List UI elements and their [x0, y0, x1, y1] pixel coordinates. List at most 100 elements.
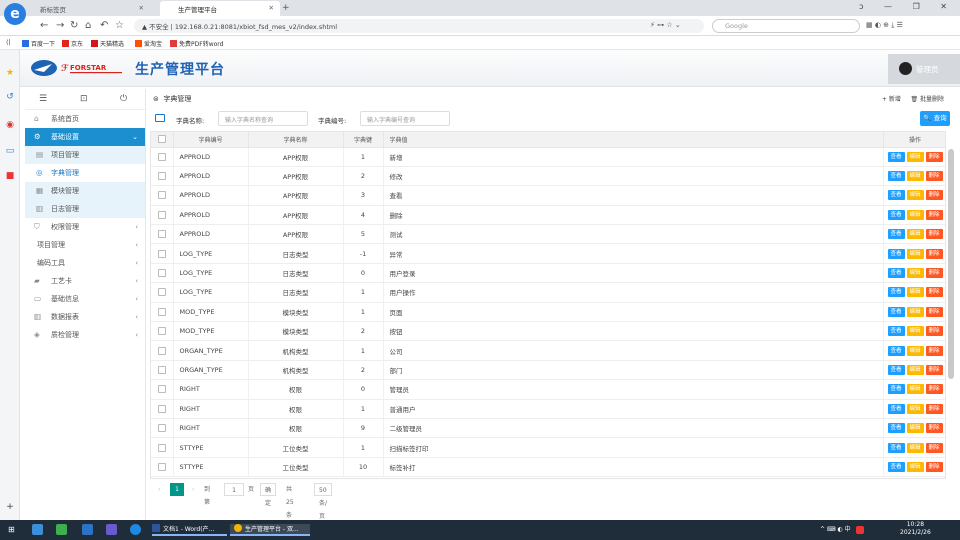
- forward-icon[interactable]: →: [56, 20, 64, 31]
- taskbar-browser[interactable]: 生产管理平台 - 双...: [230, 524, 310, 536]
- view-button[interactable]: 查看: [887, 423, 905, 434]
- home-icon[interactable]: ⌂: [85, 20, 91, 31]
- delete-button[interactable]: 删除: [925, 403, 943, 414]
- sidebar-item-11[interactable]: ▥ 数据报表 ‹: [25, 308, 145, 326]
- extension-icons[interactable]: ⚡ ⊶ ☆ ⌄: [650, 21, 681, 29]
- clock[interactable]: 10:28 2021/2/26: [900, 521, 931, 536]
- bookmarks-toggle-icon[interactable]: ⟨|: [6, 39, 10, 46]
- delete-button[interactable]: 删除: [925, 209, 943, 220]
- edit-button[interactable]: 编辑: [906, 442, 924, 453]
- view-button[interactable]: 查看: [887, 364, 905, 375]
- window-controls[interactable]: ᴐ — ❐ ✕: [859, 2, 956, 11]
- delete-button[interactable]: 删除: [925, 306, 943, 317]
- edit-button[interactable]: 编辑: [906, 403, 924, 414]
- view-button[interactable]: 查看: [887, 209, 905, 220]
- url-input[interactable]: ▲ 不安全 | 192.168.0.21:8081/xbiot_fsd_mes_…: [134, 19, 704, 33]
- view-button[interactable]: 查看: [887, 306, 905, 317]
- sidebar-item-2[interactable]: ▤ 项目管理: [25, 146, 145, 164]
- col-header-name[interactable]: 字典名称: [248, 132, 344, 148]
- query-button[interactable]: 🔍 查询: [920, 111, 950, 126]
- edit-button[interactable]: 编辑: [906, 326, 924, 337]
- bookmark-pdf[interactable]: 免费PDF转word: [170, 39, 223, 48]
- view-button[interactable]: 查看: [887, 171, 905, 182]
- row-checkbox[interactable]: [151, 263, 174, 284]
- goto-confirm-button[interactable]: 确定: [260, 483, 277, 507]
- sidebar-item-5[interactable]: ▥ 日志管理: [25, 200, 145, 218]
- row-checkbox[interactable]: [151, 224, 174, 245]
- user-name[interactable]: 管理员: [916, 64, 939, 75]
- prev-page-icon[interactable]: ‹: [158, 483, 160, 496]
- row-checkbox[interactable]: [151, 340, 174, 361]
- user-menu[interactable]: 管理员: [888, 54, 960, 84]
- dict-name-input[interactable]: 输入字典名称查询: [218, 111, 308, 126]
- browser-logo-icon[interactable]: e: [4, 3, 26, 25]
- row-checkbox[interactable]: [151, 166, 174, 187]
- system-tray[interactable]: ^ ⌨ ◐ 中: [820, 524, 851, 536]
- edit-button[interactable]: 编辑: [906, 384, 924, 395]
- view-button[interactable]: 查看: [887, 442, 905, 453]
- page-size-select[interactable]: 50 条/页 ▾: [314, 483, 333, 533]
- delete-button[interactable]: 删除: [925, 171, 943, 182]
- row-checkbox[interactable]: [151, 437, 174, 458]
- col-header-code[interactable]: 字典编号: [173, 132, 249, 148]
- next-page-icon[interactable]: ›: [192, 483, 194, 496]
- dict-code-input[interactable]: 输入字典编号查询: [360, 111, 450, 126]
- sidebar-item-3[interactable]: ◎ 字典管理: [25, 164, 145, 182]
- back-icon[interactable]: ←: [40, 20, 48, 31]
- view-button[interactable]: 查看: [887, 190, 905, 201]
- view-button[interactable]: 查看: [887, 461, 905, 472]
- taskbar-app-icon[interactable]: [56, 524, 67, 535]
- history-icon[interactable]: ↺: [5, 92, 15, 102]
- close-icon[interactable]: ✕: [139, 4, 144, 12]
- delete-button[interactable]: 删除: [925, 442, 943, 453]
- goto-page-input[interactable]: 1: [224, 483, 244, 496]
- view-button[interactable]: 查看: [887, 248, 905, 259]
- delete-button[interactable]: 删除: [925, 326, 943, 337]
- menu-toggle-icon[interactable]: ☰: [39, 94, 47, 104]
- tray-app-icon[interactable]: [856, 526, 864, 534]
- edit-button[interactable]: 编辑: [906, 306, 924, 317]
- bookmark-tmall[interactable]: 天猫精选: [91, 39, 124, 48]
- sidebar-item-0[interactable]: ⌂ 系统首页: [25, 110, 145, 128]
- edit-button[interactable]: 编辑: [906, 209, 924, 220]
- table-row[interactable]: STTYPE 工位类型 10 标签补打 查看 编辑 删除: [151, 457, 945, 478]
- reload-icon[interactable]: ↻: [70, 20, 78, 31]
- table-row[interactable]: ORGAN_TYPE 机构类型 2 部门 查看 编辑 删除: [151, 360, 945, 381]
- mail-icon[interactable]: ▭: [5, 146, 15, 156]
- table-row[interactable]: RIGHT 权限 1 普通用户 查看 编辑 删除: [151, 399, 945, 419]
- delete-button[interactable]: 删除: [925, 384, 943, 395]
- table-row[interactable]: APPROLD APP权限 5 测试 查看 编辑 删除: [151, 224, 945, 245]
- toolbar-icons[interactable]: ▦ ◐ ⊕ ⤓ ☰: [866, 21, 903, 30]
- start-icon[interactable]: ⊞: [8, 524, 15, 536]
- view-button[interactable]: 查看: [887, 268, 905, 279]
- table-row[interactable]: MOD_TYPE 模块类型 2 按钮 查看 编辑 删除: [151, 321, 945, 342]
- sidebar-item-7[interactable]: 项目管理 ‹: [25, 236, 145, 254]
- row-checkbox[interactable]: [151, 418, 174, 439]
- col-header-key[interactable]: 字典键: [343, 132, 384, 148]
- table-row[interactable]: STTYPE 工位类型 1 扫描标签打印 查看 编辑 删除: [151, 437, 945, 458]
- delete-button[interactable]: 删除: [925, 190, 943, 201]
- delete-button[interactable]: 删除: [925, 287, 943, 298]
- row-checkbox[interactable]: [151, 302, 174, 323]
- edit-button[interactable]: 编辑: [906, 171, 924, 182]
- power-icon[interactable]: ⏻: [120, 94, 127, 104]
- delete-button[interactable]: 删除: [925, 423, 943, 434]
- view-button[interactable]: 查看: [887, 403, 905, 414]
- bookmark-baidu[interactable]: 百度一下: [22, 39, 55, 48]
- edit-button[interactable]: 编辑: [906, 345, 924, 356]
- table-row[interactable]: ORGAN_TYPE 机构类型 1 公司 查看 编辑 删除: [151, 340, 945, 361]
- table-row[interactable]: APPROLD APP权限 4 删除 查看 编辑 删除: [151, 205, 945, 226]
- bookmark-jd[interactable]: 京东: [62, 39, 83, 48]
- row-checkbox[interactable]: [151, 321, 174, 342]
- table-row[interactable]: LOG_TYPE 日志类型 -1 异常 查看 编辑 删除: [151, 243, 945, 264]
- delete-button[interactable]: 删除: [925, 461, 943, 472]
- row-checkbox[interactable]: [151, 282, 174, 303]
- avatar[interactable]: [899, 62, 912, 75]
- select-all-checkbox[interactable]: [151, 132, 174, 148]
- table-row[interactable]: APPROLD APP权限 2 修改 查看 编辑 删除: [151, 166, 945, 187]
- table-row[interactable]: LOG_TYPE 日志类型 1 用户操作 查看 编辑 删除: [151, 282, 945, 303]
- edit-button[interactable]: 编辑: [906, 461, 924, 472]
- sidebar-item-1[interactable]: ⚙ 基础设置 ⌄: [25, 128, 145, 146]
- weibo-icon[interactable]: ◉: [5, 120, 15, 130]
- edit-button[interactable]: 编辑: [906, 190, 924, 201]
